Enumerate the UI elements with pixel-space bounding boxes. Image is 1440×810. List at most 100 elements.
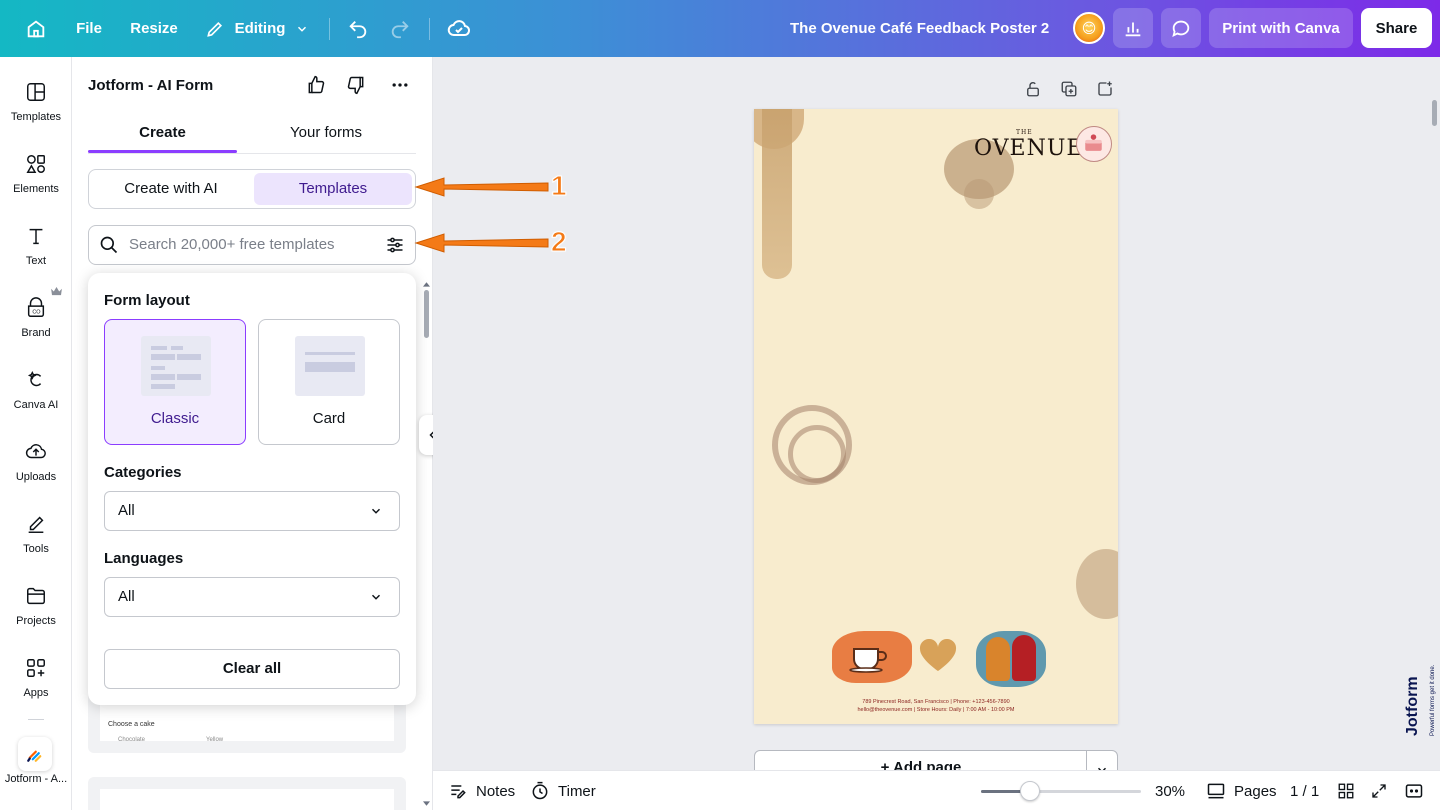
duplicate-page-button[interactable]: [1060, 80, 1080, 100]
timer-icon: [532, 781, 548, 800]
rail-item-text[interactable]: Text: [0, 223, 72, 289]
rail-item-label: Text: [25, 255, 47, 267]
form-layout-heading: Form layout: [104, 292, 190, 309]
categories-select[interactable]: All: [104, 491, 400, 531]
uploads-icon: [25, 444, 46, 459]
languages-value: All: [118, 588, 135, 605]
thumbs-down-button[interactable]: [344, 73, 368, 97]
filter-icon[interactable]: [385, 235, 405, 255]
pages-button[interactable]: Pages: [1206, 771, 1277, 810]
template-preview: [100, 789, 394, 810]
canva-ai-icon: [27, 371, 42, 387]
zoom-value[interactable]: 30%: [1155, 771, 1185, 810]
tab-underline: [88, 153, 416, 154]
rail-item-label: Apps: [23, 687, 49, 699]
languages-heading: Languages: [104, 550, 184, 567]
help-button[interactable]: [1404, 771, 1432, 810]
expand-icon: [1372, 784, 1386, 798]
template-card[interactable]: [88, 777, 406, 810]
woman-figure-illustration: [986, 637, 1010, 681]
brand-name: OVENUE: [974, 136, 1084, 161]
template-search[interactable]: Search 20,000+ free templates: [88, 225, 416, 265]
add-page-top-button[interactable]: [1096, 80, 1116, 100]
lock-page-button[interactable]: [1024, 80, 1044, 100]
rail-app-label: Jotform - A...: [4, 773, 68, 785]
undo-button[interactable]: [344, 0, 372, 57]
zoom-slider-handle[interactable]: [1020, 781, 1040, 801]
tab-create[interactable]: Create: [88, 117, 237, 153]
search-input[interactable]: Search 20,000+ free templates: [129, 226, 335, 264]
avatar[interactable]: 😊: [1073, 12, 1105, 44]
categories-heading: Categories: [104, 464, 182, 481]
panel-scrollbar[interactable]: [424, 290, 429, 338]
add-page-icon: [1098, 81, 1112, 96]
divider: [329, 18, 330, 40]
chevron-down-icon: [298, 26, 307, 32]
rail-item-uploads[interactable]: Uploads: [0, 439, 72, 505]
redo-button[interactable]: [386, 0, 414, 57]
thumbs-up-button[interactable]: [304, 73, 328, 97]
canvas-scrollbar[interactable]: [1432, 100, 1437, 126]
rail-item-templates[interactable]: Templates: [0, 79, 72, 145]
rail-item-elements[interactable]: Elements: [0, 151, 72, 217]
more-horizontal-icon: [392, 83, 408, 87]
filter-popover: Form layout Classic Card Categories All …: [88, 273, 416, 705]
rail-item-label: Projects: [16, 615, 56, 627]
languages-select[interactable]: All: [104, 577, 400, 617]
editing-mode-button[interactable]: Editing: [204, 0, 310, 57]
rail-item-tools[interactable]: Tools: [0, 511, 72, 577]
scroll-up-icon[interactable]: [423, 281, 430, 287]
rail-item-projects[interactable]: Projects: [0, 583, 72, 649]
timer-label: Timer: [558, 782, 596, 800]
cake-logo-icon: [1076, 126, 1112, 162]
lock-icon: [1027, 82, 1039, 97]
jotform-wordmark: Jotform: [1404, 676, 1421, 736]
layout-card-label: Card: [312, 410, 346, 427]
tab-your-forms[interactable]: Your forms: [244, 117, 408, 153]
jotform-logo-icon: [27, 750, 42, 762]
grid-view-button[interactable]: [1337, 771, 1363, 810]
timer-button[interactable]: Timer: [530, 771, 596, 810]
annotation-number-2: 2: [551, 226, 568, 258]
home-button[interactable]: [20, 0, 52, 57]
cloud-save-status[interactable]: [444, 0, 474, 57]
rail-item-canva-ai[interactable]: Canva AI: [0, 367, 72, 433]
layout-classic-label: Classic: [150, 410, 200, 427]
notes-button[interactable]: Notes: [448, 771, 515, 810]
design-page[interactable]: THE OVENUE 789 Pinecrest Road, San Franc…: [754, 109, 1118, 724]
templates-segment-button[interactable]: Templates: [254, 173, 412, 205]
fullscreen-button[interactable]: [1370, 771, 1396, 810]
classic-layout-thumbnail: [141, 336, 211, 396]
print-with-canva-button[interactable]: Print with Canva: [1209, 8, 1353, 48]
layout-classic-option[interactable]: Classic: [104, 319, 246, 445]
insights-button[interactable]: [1113, 8, 1153, 48]
annotation-number-1: 1: [551, 170, 568, 202]
text-icon: [29, 228, 43, 245]
rail-item-brand[interactable]: CO Brand: [0, 287, 72, 361]
document-title[interactable]: The Ovenue Café Feedback Poster 2: [790, 0, 1049, 57]
rail-item-label: Uploads: [15, 471, 57, 483]
resize-button[interactable]: Resize: [128, 0, 180, 57]
create-with-ai-button[interactable]: Create with AI: [92, 173, 250, 205]
categories-value: All: [118, 502, 135, 519]
annotation-arrow-1: [414, 177, 549, 197]
rail-item-jotform[interactable]: [18, 737, 52, 771]
comments-button[interactable]: [1161, 8, 1201, 48]
rail-item-apps[interactable]: Apps: [0, 655, 72, 721]
crown-icon: [51, 287, 62, 296]
more-options-button[interactable]: [388, 73, 412, 97]
share-button[interactable]: Share: [1361, 8, 1432, 48]
redo-icon: [391, 20, 409, 38]
mode-segmented-control: Create with AI Templates: [88, 169, 416, 209]
woman-figure-illustration: [1012, 635, 1036, 681]
projects-icon: [27, 587, 45, 605]
clear-all-button[interactable]: Clear all: [104, 649, 400, 689]
file-menu[interactable]: File: [72, 0, 106, 57]
tools-icon: [28, 516, 44, 533]
rail-item-label: Tools: [23, 543, 49, 555]
brand-icon: CO: [27, 297, 45, 317]
poster-address: 789 Pinecrest Road, San Francisco | Phon…: [862, 699, 1010, 705]
layout-card-option[interactable]: Card: [258, 319, 400, 445]
scroll-down-icon[interactable]: [423, 801, 430, 807]
cup-ring-stain: [788, 425, 846, 483]
